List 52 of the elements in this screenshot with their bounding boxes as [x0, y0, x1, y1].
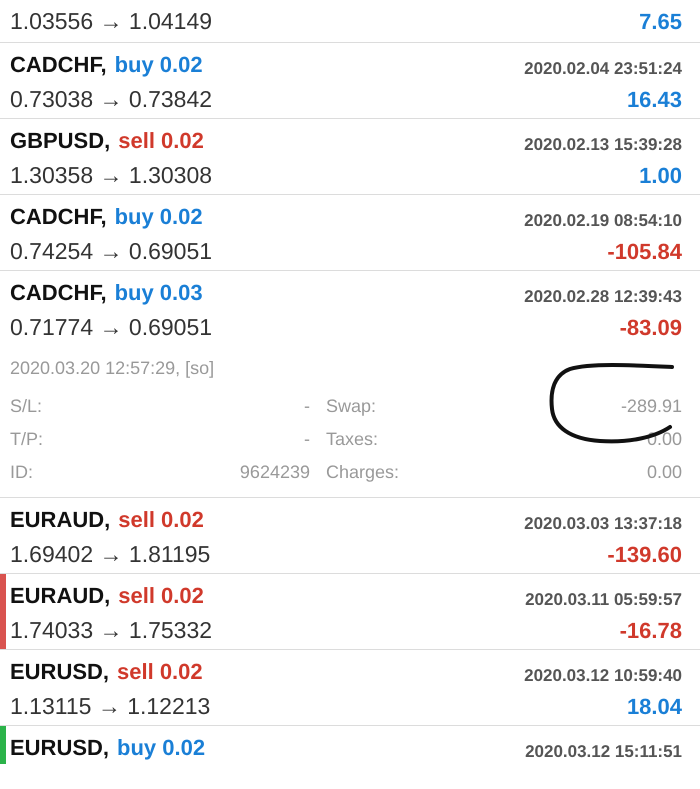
profit-text: -139.60	[607, 541, 682, 569]
side-volume-text: sell 0.02	[118, 127, 204, 155]
profit-text: 16.43	[626, 86, 682, 114]
detail-label: Taxes:	[326, 428, 378, 451]
symbol-text: GBPUSD,	[10, 127, 110, 155]
symbol-text: CADCHF,	[10, 279, 107, 307]
open-time-text: 2020.03.12 10:59:40	[524, 664, 682, 686]
side-volume-text: sell 0.02	[118, 506, 204, 534]
price-range-text: 0.73038 → 0.73842	[10, 85, 212, 114]
detail-value: 0.00	[646, 461, 682, 484]
profit-text: -16.78	[620, 617, 682, 645]
price-range-text: 1.13115 → 1.12213	[10, 692, 210, 722]
symbol-text: EURUSD,	[10, 658, 110, 686]
side-volume-text: sell 0.02	[118, 582, 204, 610]
profit-text: -105.84	[607, 238, 682, 266]
profit-text: 7.65	[639, 8, 682, 36]
detail-label: Charges:	[326, 461, 400, 484]
side-volume-text: buy 0.02	[114, 51, 203, 79]
profit-text: -83.09	[620, 314, 682, 342]
detail-label: Swap:	[326, 395, 376, 418]
detail-label: ID:	[10, 461, 34, 484]
detail-label: S/L:	[10, 395, 42, 418]
detail-label: T/P:	[10, 428, 44, 451]
price-range-text: 1.03556 → 1.04149	[10, 6, 212, 36]
symbol-text: CADCHF,	[10, 51, 107, 79]
side-volume-text: buy 0.02	[114, 203, 203, 231]
side-volume-text: sell 0.02	[117, 658, 203, 686]
detail-value: -	[304, 395, 310, 418]
price-range-text: 1.69402 → 1.81195	[10, 540, 210, 570]
open-time-text: 2020.02.04 23:51:24	[524, 58, 682, 80]
detail-value: -	[304, 428, 310, 451]
symbol-text: EURAUD,	[10, 506, 110, 534]
price-range-text: 0.74254 → 0.69051	[10, 237, 212, 266]
open-time-text: 2020.02.28 12:39:43	[524, 286, 682, 308]
detail-value: 9624239	[240, 461, 310, 484]
detail-value: -289.91	[620, 395, 682, 418]
profit-text: 18.04	[626, 693, 682, 721]
symbol-text: EURAUD,	[10, 582, 110, 610]
symbol-text: CADCHF,	[10, 203, 107, 231]
price-range-text: 0.71774 → 0.69051	[10, 313, 212, 342]
price-range-text: 1.74033 → 1.75332	[10, 616, 212, 646]
side-volume-text: buy 0.03	[114, 279, 203, 307]
open-time-text: 2020.03.12 15:11:51	[525, 740, 682, 762]
symbol-text: EURUSD,	[10, 734, 110, 762]
open-time-text: 2020.03.11 05:59:57	[525, 588, 682, 610]
open-time-text: 2020.02.19 08:54:10	[524, 210, 682, 232]
close-time-text: 2020.03.20 12:57:29, [so]	[10, 356, 214, 380]
open-time-text: 2020.03.03 13:37:18	[524, 512, 682, 534]
profit-text: 1.00	[639, 162, 682, 190]
open-time-text: 2020.02.13 15:39:28	[524, 134, 682, 156]
side-volume-text: buy 0.02	[117, 734, 206, 762]
price-range-text: 1.30358 → 1.30308	[10, 161, 212, 190]
